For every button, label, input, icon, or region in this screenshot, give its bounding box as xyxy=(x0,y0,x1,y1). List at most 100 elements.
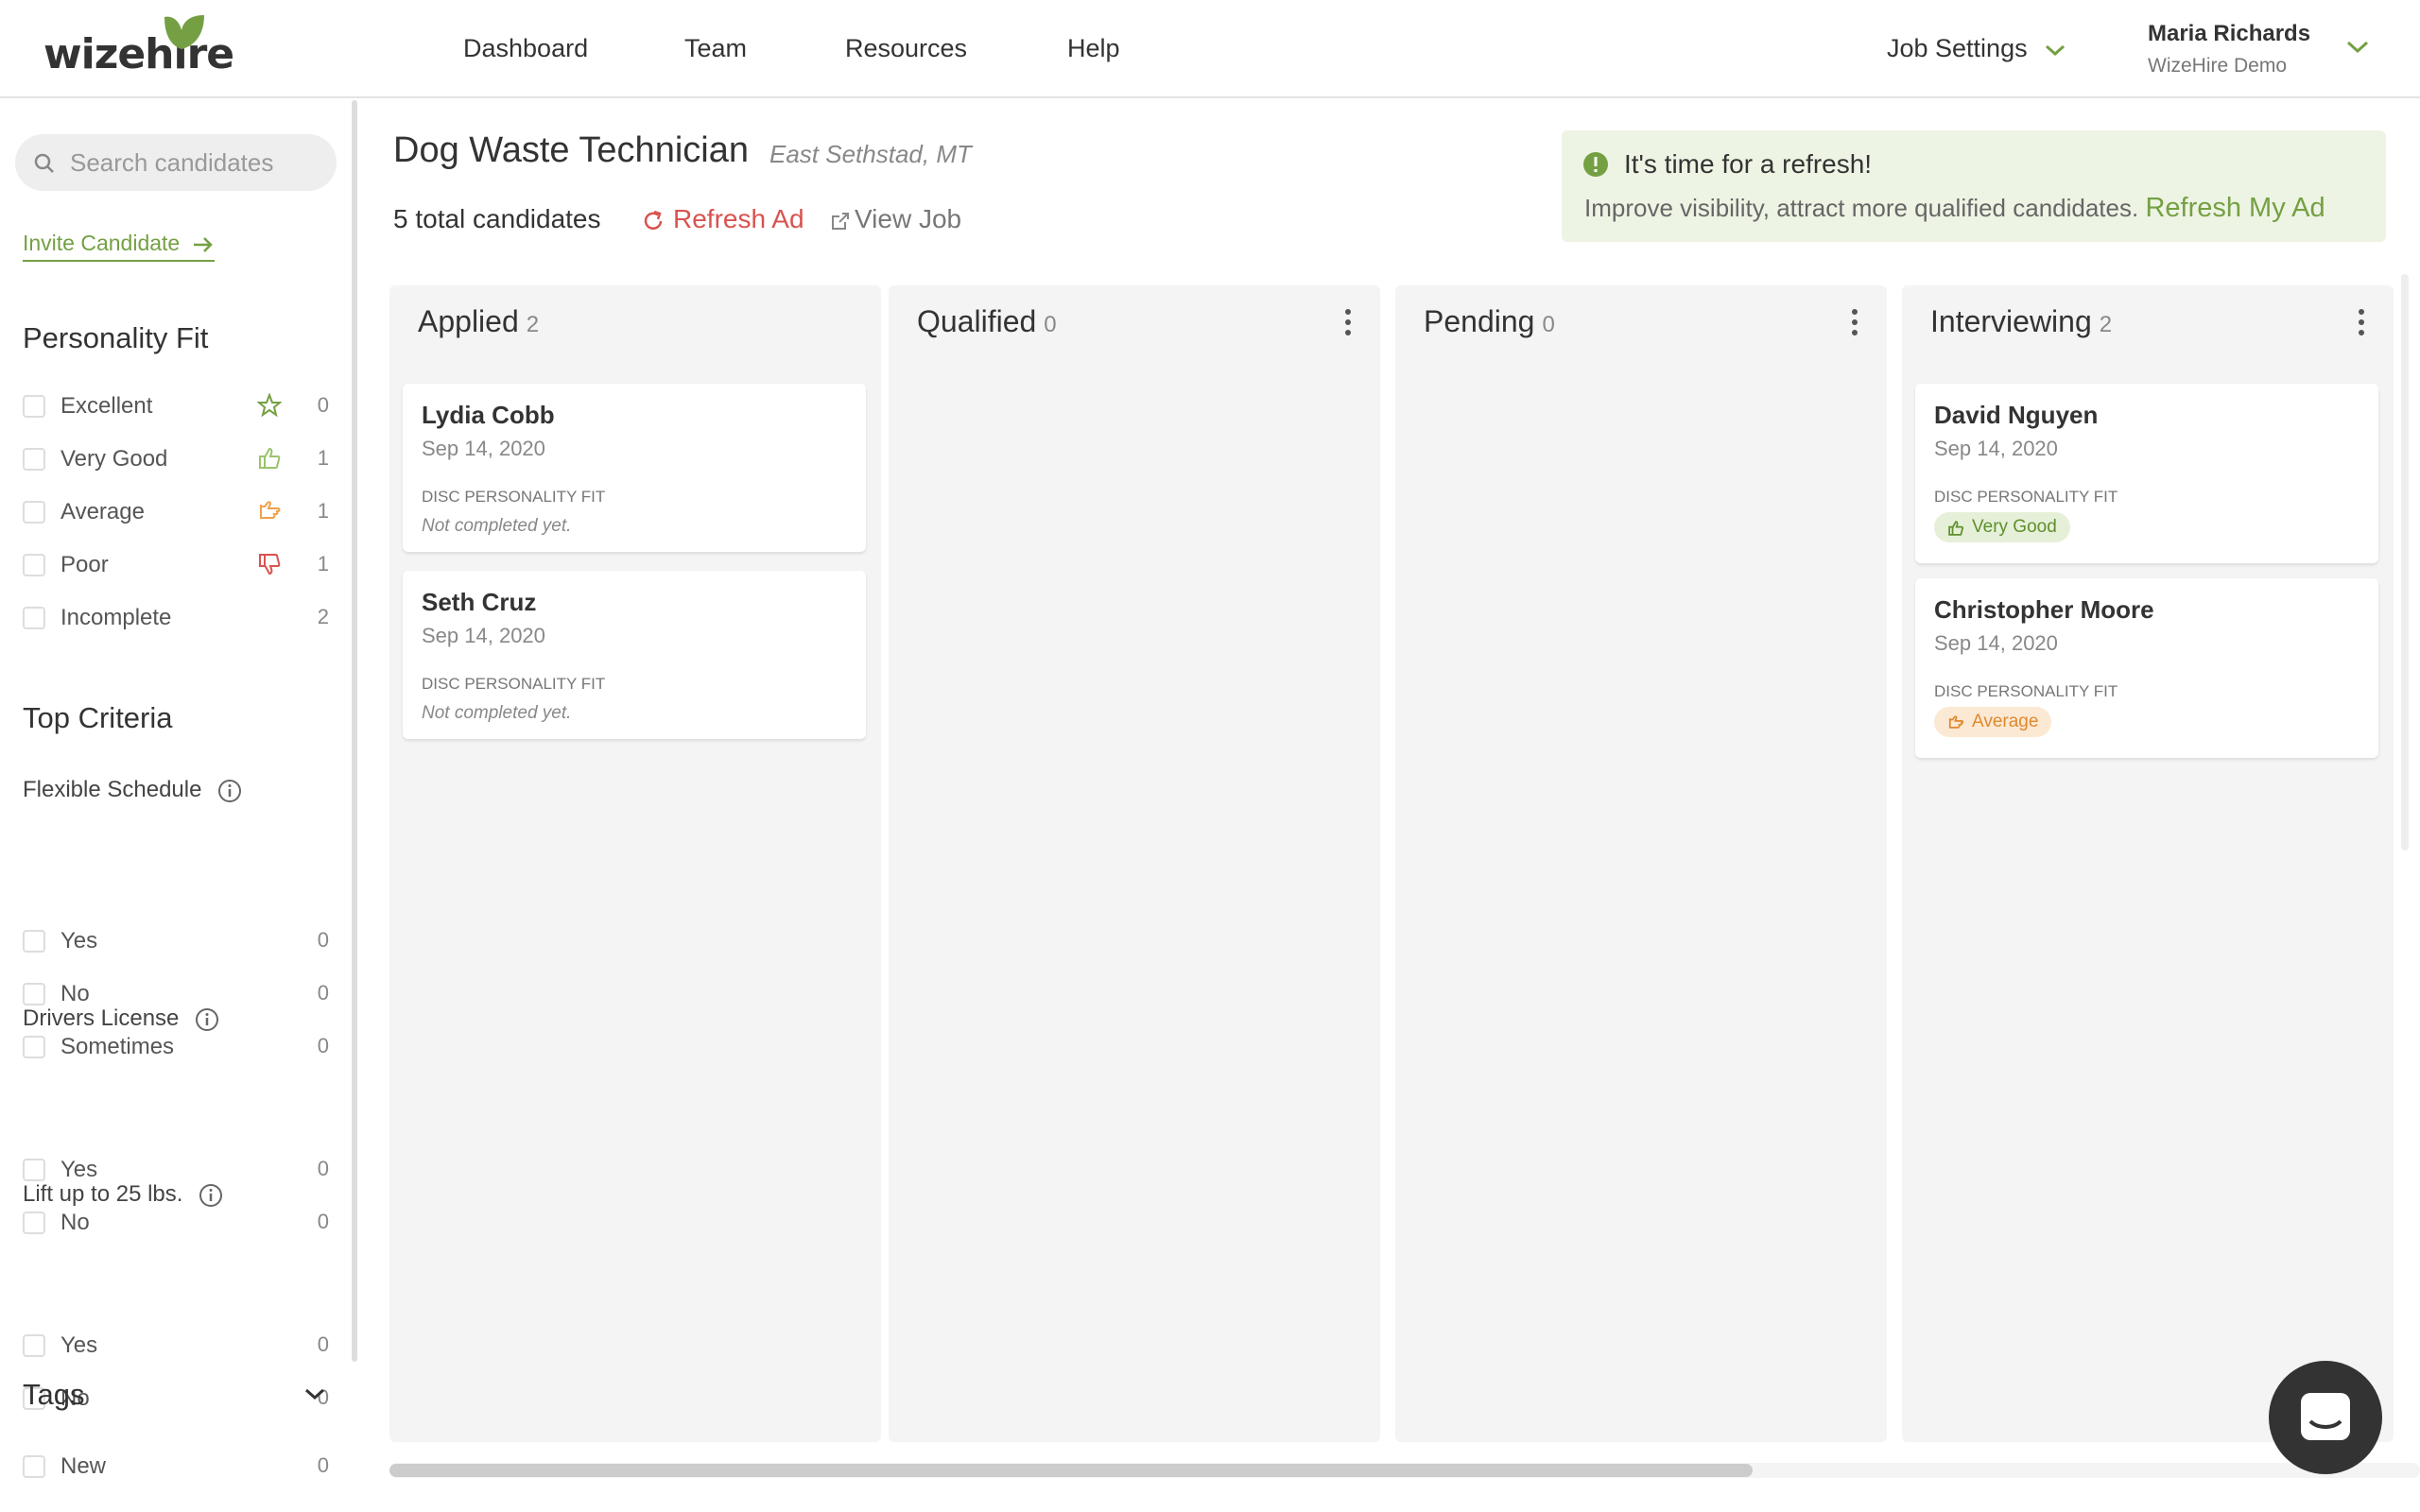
filter-poor[interactable]: Poor 1 xyxy=(23,548,329,582)
filter-option[interactable]: Yes 0 xyxy=(23,924,329,958)
more-vertical-icon[interactable] xyxy=(1851,308,1858,336)
wizehire-logo[interactable]: wizehire xyxy=(43,13,234,79)
thumb-sideways-icon xyxy=(260,501,281,519)
thumbs-up-icon xyxy=(1948,521,1964,536)
candidate-date: Sep 14, 2020 xyxy=(1934,631,2058,655)
criteria-title: Flexible Schedule xyxy=(23,777,202,802)
column-count: 0 xyxy=(1044,312,1057,337)
checkbox[interactable] xyxy=(23,501,45,524)
candidate-card[interactable]: Christopher Moore Sep 14, 2020 DISC PERS… xyxy=(1915,578,2378,758)
external-link-icon xyxy=(832,212,849,230)
disc-value: Not completed yet. xyxy=(422,703,572,723)
chat-launcher-button[interactable] xyxy=(2269,1361,2382,1474)
info-icon[interactable] xyxy=(199,1183,223,1208)
candidate-card[interactable]: Seth Cruz Sep 14, 2020 DISC PERSONALITY … xyxy=(403,571,866,739)
column-qualified: Qualified 0 xyxy=(889,285,1380,1442)
checkbox[interactable] xyxy=(23,1036,45,1058)
top-navigation-bar: wizehire Dashboard Team Resources Help J… xyxy=(0,0,2420,98)
criteria-lift: Lift up to 25 lbs. xyxy=(23,1181,223,1208)
checkbox[interactable] xyxy=(23,395,45,418)
filter-option[interactable]: Yes 0 xyxy=(23,1329,329,1363)
column-count: 2 xyxy=(2099,312,2113,337)
search-input[interactable]: Search candidates xyxy=(15,134,337,191)
column-title: Qualified xyxy=(917,304,1037,338)
leaf-icon xyxy=(164,15,204,49)
filter-average[interactable]: Average 1 xyxy=(23,495,329,529)
nav-help[interactable]: Help xyxy=(1067,34,1120,63)
info-icon[interactable] xyxy=(217,779,242,803)
refresh-label: Refresh Ad xyxy=(673,204,804,233)
column-header: Applied 2 xyxy=(418,304,539,339)
disc-label: DISC PERSONALITY FIT xyxy=(1934,682,2118,700)
checkbox[interactable] xyxy=(23,1455,45,1478)
badge-label: Very Good xyxy=(1972,517,2057,537)
badge-label: Average xyxy=(1972,712,2039,731)
candidate-card[interactable]: David Nguyen Sep 14, 2020 DISC PERSONALI… xyxy=(1915,384,2378,563)
more-vertical-icon[interactable] xyxy=(2358,308,2365,336)
candidate-date: Sep 14, 2020 xyxy=(1934,437,2058,460)
checkbox[interactable] xyxy=(23,607,45,629)
checkbox[interactable] xyxy=(23,983,45,1005)
alert-icon xyxy=(1583,152,1608,177)
checkbox[interactable] xyxy=(23,930,45,953)
user-name[interactable]: Maria Richards xyxy=(2148,21,2310,47)
user-org: WizeHire Demo xyxy=(2148,55,2288,77)
horizontal-scrollbar-thumb[interactable] xyxy=(389,1464,1753,1477)
filter-count: 0 xyxy=(317,928,329,952)
criteria-title: Drivers License xyxy=(23,1005,180,1031)
refresh-icon xyxy=(644,210,663,230)
filter-count: 0 xyxy=(317,1034,329,1057)
info-icon[interactable] xyxy=(195,1007,219,1032)
view-job-link[interactable]: View Job xyxy=(830,204,961,234)
filters-sidebar: Search candidates Invite Candidate Perso… xyxy=(0,100,355,1512)
filter-label: Yes xyxy=(60,1157,98,1182)
candidate-name: Christopher Moore xyxy=(1934,595,2154,624)
candidate-name: David Nguyen xyxy=(1934,401,2099,429)
checkbox[interactable] xyxy=(23,1334,45,1357)
candidate-name: Seth Cruz xyxy=(422,588,537,616)
candidate-name: Lydia Cobb xyxy=(422,401,555,429)
personality-fit-title: Personality Fit xyxy=(23,321,209,354)
chevron-down-icon[interactable] xyxy=(302,1385,327,1402)
filter-incomplete[interactable]: Incomplete 2 xyxy=(23,601,329,635)
nav-dashboard[interactable]: Dashboard xyxy=(463,34,588,63)
filter-option[interactable]: Sometimes 0 xyxy=(23,1030,329,1064)
personality-badge: Very Good xyxy=(1934,512,2070,542)
filter-tag-new[interactable]: New 0 xyxy=(23,1450,329,1484)
refresh-my-ad-link[interactable]: Refresh My Ad xyxy=(2145,193,2325,223)
user-menu-chevron-icon[interactable] xyxy=(2344,38,2371,57)
column-interviewing: Interviewing 2 David Nguyen Sep 14, 2020 … xyxy=(1902,285,2394,1442)
criteria-title: Lift up to 25 lbs. xyxy=(23,1181,183,1207)
column-header: Pending 0 xyxy=(1424,304,1555,339)
arrow-right-icon xyxy=(193,237,213,252)
filter-count: 2 xyxy=(317,605,329,628)
checkbox[interactable] xyxy=(23,1211,45,1234)
search-icon xyxy=(34,153,54,173)
checkbox[interactable] xyxy=(23,554,45,576)
checkbox[interactable] xyxy=(23,1159,45,1181)
star-icon xyxy=(257,393,282,418)
job-title: Dog Waste Technician xyxy=(393,130,749,170)
filter-count: 1 xyxy=(317,552,329,576)
filter-excellent[interactable]: Excellent 0 xyxy=(23,389,329,423)
filter-very-good[interactable]: Very Good 1 xyxy=(23,442,329,476)
search-placeholder: Search candidates xyxy=(70,148,274,177)
job-settings-label: Job Settings xyxy=(1887,34,2028,62)
filter-label: New xyxy=(60,1453,107,1479)
criteria-drivers-license: Drivers License xyxy=(23,1005,219,1032)
chat-icon xyxy=(2301,1393,2350,1440)
refresh-ad-link[interactable]: Refresh Ad xyxy=(641,204,804,234)
invite-candidate-link[interactable]: Invite Candidate xyxy=(23,231,215,262)
filter-count: 0 xyxy=(317,1453,329,1477)
column-scrollbar[interactable] xyxy=(2401,274,2409,850)
filter-option[interactable]: No 0 xyxy=(23,1206,329,1240)
top-criteria-title: Top Criteria xyxy=(23,701,173,734)
more-vertical-icon[interactable] xyxy=(1344,308,1352,336)
nav-team[interactable]: Team xyxy=(684,34,747,63)
job-settings-dropdown[interactable]: Job Settings xyxy=(1887,34,2066,63)
tags-title[interactable]: Tags xyxy=(23,1378,84,1412)
candidate-card[interactable]: Lydia Cobb Sep 14, 2020 DISC PERSONALITY… xyxy=(403,384,866,552)
nav-resources[interactable]: Resources xyxy=(845,34,967,63)
personality-badge: Average xyxy=(1934,707,2052,737)
checkbox[interactable] xyxy=(23,448,45,471)
